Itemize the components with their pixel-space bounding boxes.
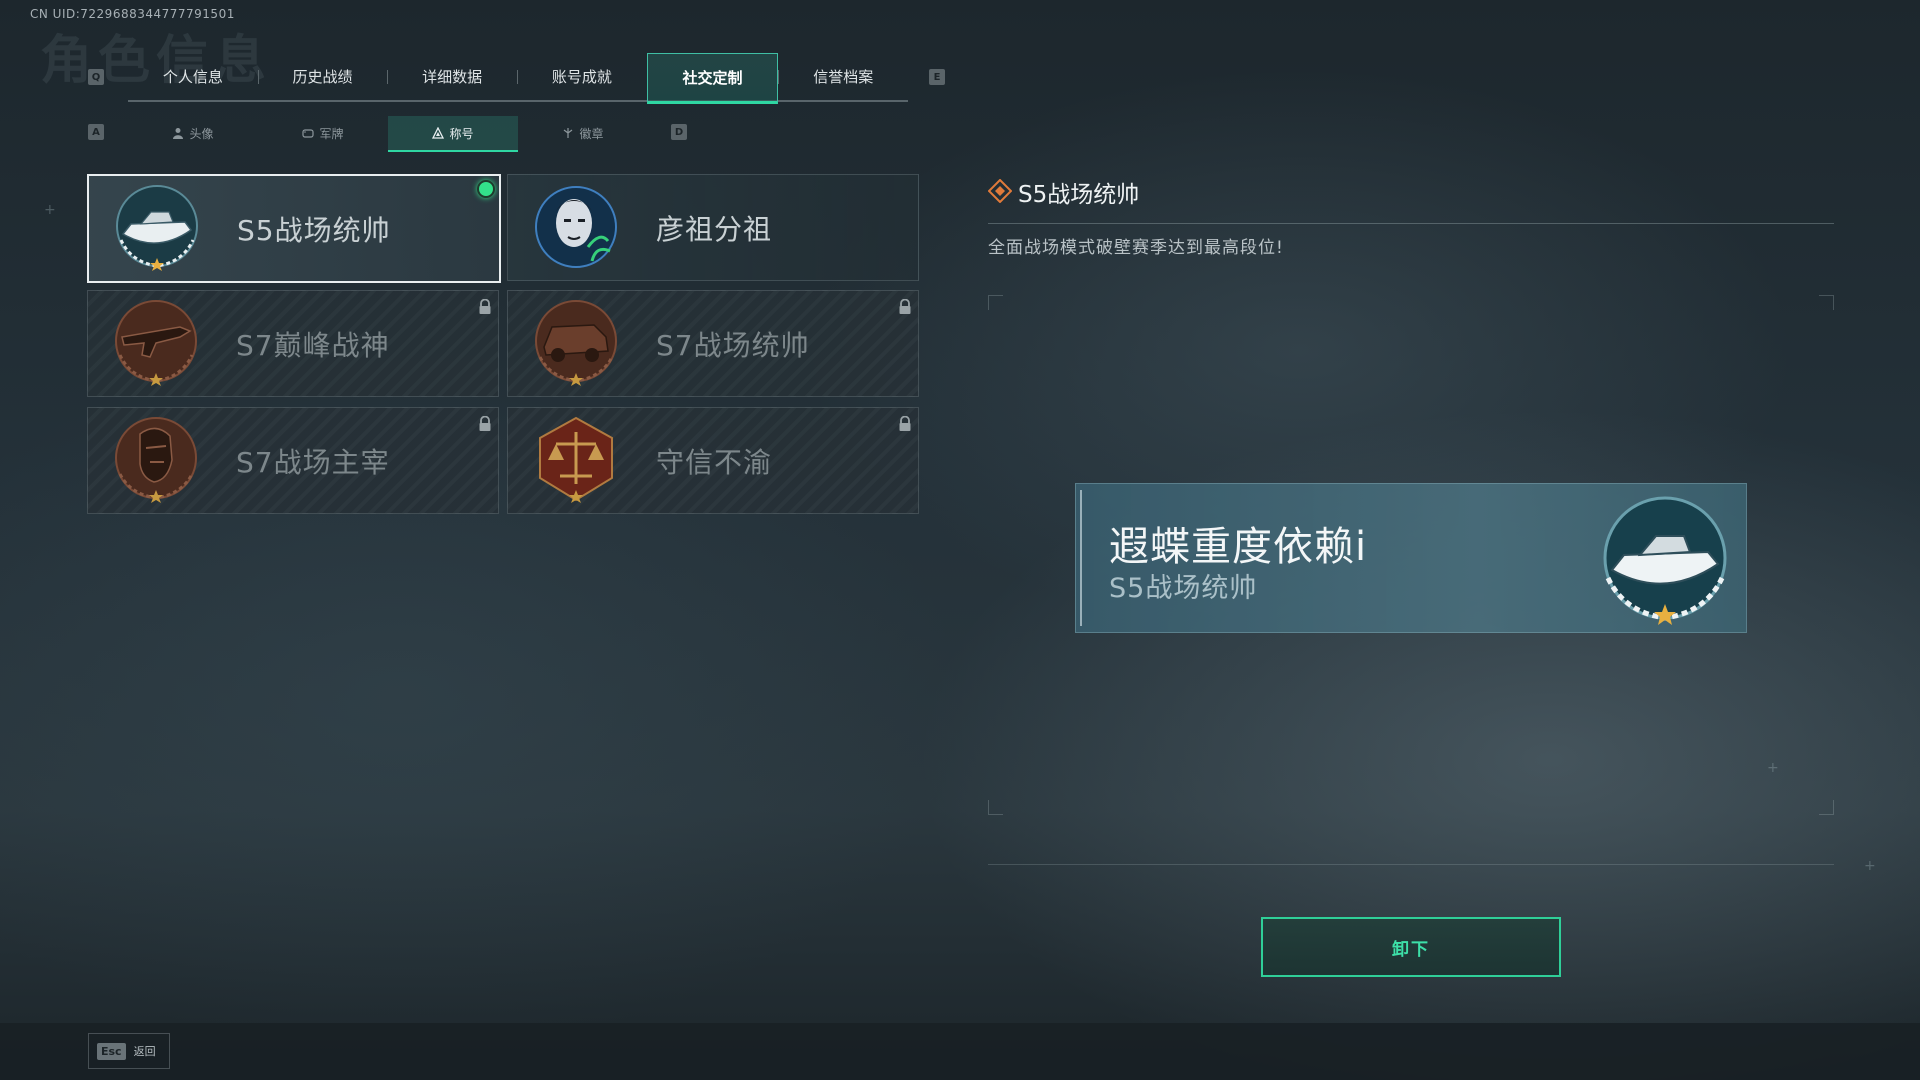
- tab-detailed-stats[interactable]: 详细数据: [387, 53, 517, 100]
- title-card-label: 彦祖分祖: [656, 212, 773, 246]
- title-card-label: 守信不渝: [656, 445, 773, 479]
- title-card-s5-commander[interactable]: S5战场统帅: [87, 174, 501, 283]
- subtab-avatar[interactable]: 头像: [128, 116, 258, 150]
- subtab-label: 徽章: [579, 126, 604, 141]
- rifle-emblem-icon: [115, 300, 197, 386]
- frame-corner: [988, 800, 1003, 815]
- bottom-bar: [0, 1023, 1920, 1080]
- preview-bottom-line: [988, 864, 1834, 865]
- portrait-emblem-icon: [535, 186, 617, 268]
- title-card-label: S7战场主宰: [236, 445, 390, 479]
- main-tab-bar: 个人信息 历史战绩 详细数据 账号成就 社交定制 信誉档案: [128, 53, 908, 104]
- tab-social-customization[interactable]: 社交定制: [646, 53, 779, 104]
- unequip-button[interactable]: 卸下: [1261, 917, 1561, 977]
- key-hint-prev-tab: Q: [88, 69, 104, 85]
- title-card-s7-peak-god[interactable]: S7巅峰战神: [87, 290, 499, 397]
- tab-achievements[interactable]: 账号成就: [517, 53, 647, 100]
- armored-vehicle-emblem-icon: [535, 300, 617, 386]
- badge-icon: [564, 128, 573, 138]
- name-card-bracket: [1080, 490, 1090, 626]
- person-icon: [173, 128, 184, 139]
- key-hint-prev-subtab: A: [88, 124, 104, 140]
- decor-crosshair: +: [1767, 760, 1779, 776]
- title-card-label: S5战场统帅: [237, 213, 391, 247]
- subtab-label: 称号: [449, 126, 474, 141]
- lock-icon: [479, 299, 491, 314]
- esc-key-hint: Esc: [97, 1042, 126, 1060]
- title-card-s7-commander[interactable]: S7战场统帅: [507, 290, 919, 397]
- subtab-title[interactable]: 称号: [388, 116, 518, 152]
- name-card-preview: 遐蝶重度依赖i S5战场统帅: [1075, 483, 1747, 633]
- title-diamond-icon: [988, 179, 1012, 203]
- frame-corner: [1819, 295, 1834, 310]
- tab-credit-record[interactable]: 信誉档案: [778, 53, 908, 100]
- detail-divider: [988, 223, 1834, 224]
- speedboat-emblem-icon: [116, 185, 198, 271]
- key-hint-next-tab: E: [929, 69, 945, 85]
- lock-icon: [899, 299, 911, 314]
- title-card-keep-faith[interactable]: 守信不渝: [507, 407, 919, 514]
- title-card-label: S7巅峰战神: [236, 328, 390, 362]
- speedboat-emblem-icon: [1603, 496, 1727, 625]
- dog-tag-icon: [302, 129, 315, 138]
- title-card-label: S7战场统帅: [656, 328, 810, 362]
- tab-match-history[interactable]: 历史战绩: [257, 53, 388, 100]
- warrior-head-emblem-icon: [115, 417, 197, 503]
- back-button[interactable]: Esc 返回: [88, 1033, 170, 1069]
- subtab-label: 头像: [189, 126, 214, 141]
- detail-title: S5战场统帅: [1018, 182, 1140, 208]
- frame-corner: [1819, 800, 1834, 815]
- key-hint-next-subtab: D: [671, 124, 687, 140]
- subtab-badge[interactable]: 徽章: [518, 116, 648, 150]
- subtab-dog-tag[interactable]: 军牌: [258, 116, 388, 150]
- title-card-yanzu[interactable]: 彦祖分祖: [507, 174, 919, 281]
- sub-tab-bar: 头像 军牌 称号 徽章: [128, 116, 648, 152]
- title-card-s7-dominator[interactable]: S7战场主宰: [87, 407, 499, 514]
- frame-corner: [988, 295, 1003, 310]
- detail-description: 全面战场模式破壁赛季达到最高段位!: [988, 238, 1284, 258]
- back-label: 返回: [133, 1045, 156, 1058]
- tab-personal-info[interactable]: 个人信息: [128, 53, 258, 100]
- lock-icon: [899, 416, 911, 431]
- lock-icon: [479, 416, 491, 431]
- decor-crosshair: +: [44, 202, 56, 218]
- scales-emblem-icon: [539, 416, 613, 503]
- player-name: 遐蝶重度依赖i: [1109, 524, 1368, 570]
- subtab-label: 军牌: [319, 126, 344, 141]
- title-icon: [432, 127, 445, 139]
- decor-crosshair: +: [1864, 858, 1876, 874]
- name-card-title: S5战场统帅: [1109, 573, 1258, 604]
- equipped-indicator: [477, 180, 495, 198]
